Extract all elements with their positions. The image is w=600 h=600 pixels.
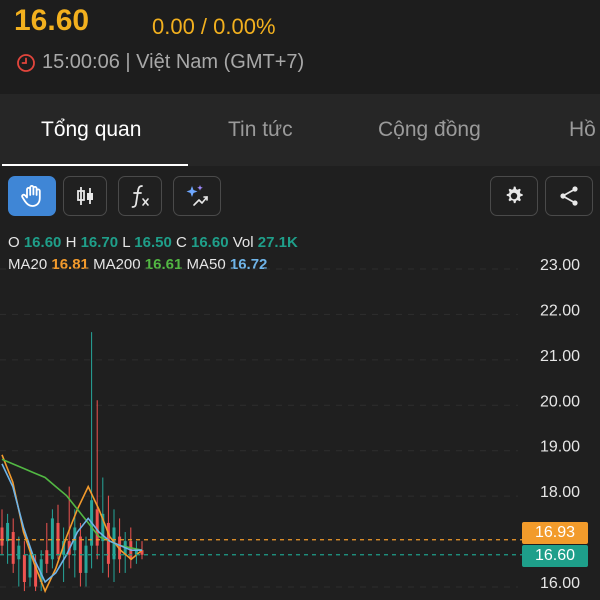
candle-body	[84, 545, 88, 573]
y-tick-label: 21.00	[540, 348, 580, 365]
candle-body	[6, 522, 10, 542]
quote-header: 16.60 0.00 / 0.00% 15:00:06 | Việt Nam (…	[0, 0, 600, 94]
ma-price-tag: 16.93	[522, 522, 588, 544]
candle-body	[22, 554, 26, 582]
tab-bar: Tổng quan Tin tức Cộng đồng Hồ	[0, 94, 600, 167]
y-tick-label: 22.00	[540, 302, 580, 319]
last-price-tag: 16.60	[522, 545, 588, 567]
y-tick-label: 16.00	[540, 575, 580, 592]
y-tick-label: 18.00	[540, 484, 580, 501]
y-tick-label: 23.00	[540, 257, 580, 274]
ma-line-ma200	[1, 458, 143, 551]
y-tick-label: 20.00	[540, 393, 580, 410]
y-tick-label: 19.00	[540, 439, 580, 456]
candle-body	[17, 545, 21, 560]
candle-body	[11, 532, 15, 564]
candle-body	[45, 550, 49, 564]
price-chart[interactable]: 23.00 22.00 21.00 20.00 19.00 18.00 16.00	[0, 166, 600, 600]
tab-news[interactable]: Tin tức	[228, 118, 293, 142]
last-price: 16.60	[14, 4, 90, 37]
tab-community[interactable]: Cộng đồng	[378, 118, 481, 142]
candle-body	[0, 527, 4, 546]
candle-body	[50, 518, 54, 560]
price-change: 0.00 / 0.00%	[152, 14, 276, 39]
tab-overview[interactable]: Tổng quan	[41, 118, 141, 142]
tab-profile[interactable]: Hồ	[569, 118, 596, 142]
clock-icon	[17, 54, 35, 72]
candle-body	[28, 554, 32, 578]
candle-body	[56, 522, 60, 555]
market-time: 15:00:06 | Việt Nam (GMT+7)	[42, 51, 305, 73]
